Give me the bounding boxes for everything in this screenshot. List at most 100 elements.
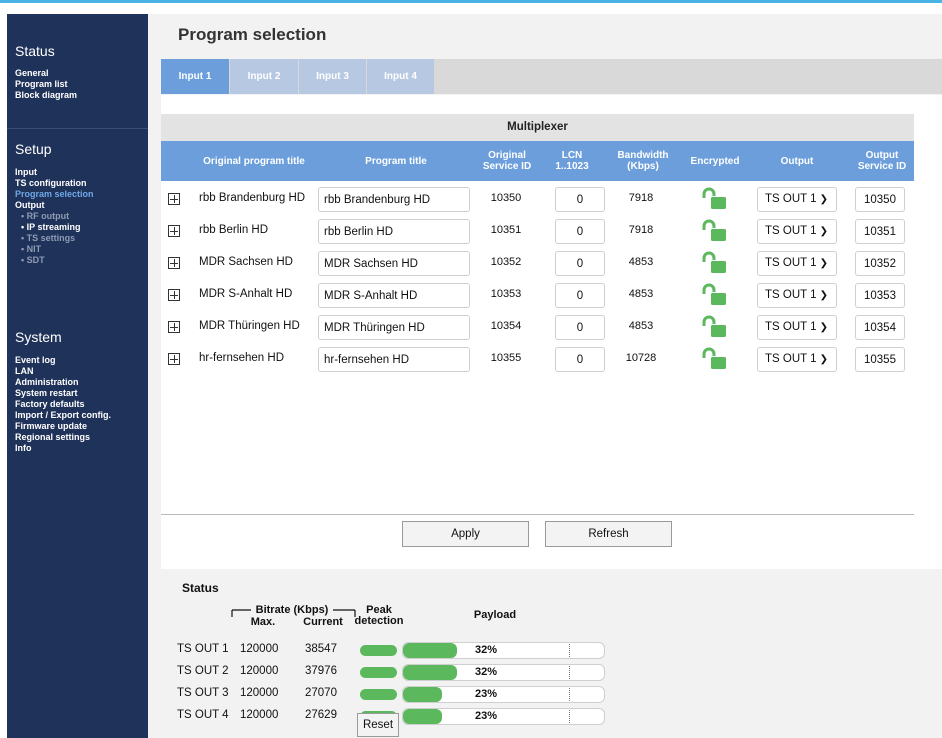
output-service-id-input[interactable]: [855, 251, 905, 276]
payload-bar: 23%: [402, 708, 605, 725]
lcn-input[interactable]: [555, 187, 605, 212]
peak-detection-indicator: [360, 667, 397, 678]
original-service-id: 10351: [490, 224, 522, 236]
tab-input-3[interactable]: Input 3: [299, 59, 366, 94]
lcn-input[interactable]: [555, 219, 605, 244]
output-select-value: TS OUT 1: [765, 289, 817, 301]
sidebar-subitem-ts-settings[interactable]: • TS settings: [7, 233, 148, 244]
output-service-id-input[interactable]: [855, 283, 905, 308]
lcn-input[interactable]: [555, 283, 605, 308]
table-row: rbb Berlin HD 10351 7918 TS OUT 1❯: [161, 216, 914, 248]
sidebar-item-program-selection[interactable]: Program selection: [7, 189, 148, 200]
sidebar-setup-items: Input TS configuration Program selection…: [7, 167, 148, 266]
sidebar: Status General Program list Block diagra…: [7, 14, 148, 738]
sidebar-item-system-restart[interactable]: System restart: [7, 388, 148, 399]
ts-out-name: TS OUT 3: [177, 687, 229, 699]
sidebar-system-items: Event log LAN Administration System rest…: [7, 355, 148, 454]
program-title-input[interactable]: [318, 251, 470, 276]
lcn-input[interactable]: [555, 251, 605, 276]
sidebar-section-title-status: Status: [15, 43, 55, 59]
table-row: rbb Brandenburg HD 10350 7918 TS OUT 1❯: [161, 184, 914, 216]
expand-icon[interactable]: [168, 193, 180, 205]
tab-input-1[interactable]: Input 1: [161, 59, 229, 94]
bandwidth-value: 4853: [628, 288, 654, 300]
sidebar-item-input[interactable]: Input: [7, 167, 148, 178]
col-output-service-id: Output Service ID: [857, 150, 907, 172]
ts-out-name: TS OUT 1: [177, 643, 229, 655]
status-row: TS OUT 3 120000 27070 23%: [161, 684, 942, 704]
status-row: TS OUT 2 120000 37976 32%: [161, 662, 942, 682]
col-output: Output: [780, 155, 814, 167]
output-select-value: TS OUT 1: [765, 257, 817, 269]
output-select[interactable]: TS OUT 1 ❯: [757, 315, 837, 340]
output-service-id-input[interactable]: [855, 315, 905, 340]
col-encrypted: Encrypted: [690, 155, 740, 167]
refresh-button[interactable]: Refresh: [545, 521, 672, 547]
sidebar-setup-section: Setup: [7, 141, 148, 157]
reset-button[interactable]: Reset: [357, 713, 399, 737]
peak-detection-indicator: [360, 689, 397, 700]
sidebar-item-import-export[interactable]: Import / Export config.: [7, 410, 148, 421]
sidebar-item-administration[interactable]: Administration: [7, 377, 148, 388]
tab-input-2[interactable]: Input 2: [230, 59, 298, 94]
output-select[interactable]: TS OUT 1 ❯: [757, 219, 837, 244]
output-select[interactable]: TS OUT 1 ❯: [757, 187, 837, 212]
lcn-input[interactable]: [555, 347, 605, 372]
expand-icon[interactable]: [168, 321, 180, 333]
sidebar-item-program-list[interactable]: Program list: [7, 79, 148, 90]
sidebar-subitem-ip-streaming[interactable]: • IP streaming: [7, 222, 148, 233]
original-service-id: 10355: [490, 352, 522, 364]
sidebar-item-info[interactable]: Info: [7, 443, 148, 454]
status-panel: Status Bitrate (Kbps) Max. Current Peak …: [161, 570, 942, 738]
output-select-value: TS OUT 1: [765, 321, 817, 333]
program-title-input[interactable]: [318, 283, 470, 308]
multiplexer-title: Multiplexer: [161, 114, 914, 141]
sidebar-status-section: Status: [7, 43, 148, 59]
sidebar-subitem-sdt[interactable]: • SDT: [7, 255, 148, 266]
program-title-input[interactable]: [318, 315, 470, 340]
output-select[interactable]: TS OUT 1 ❯: [757, 251, 837, 276]
output-service-id-input[interactable]: [855, 219, 905, 244]
expand-icon[interactable]: [168, 257, 180, 269]
status-row: TS OUT 1 120000 38547 32%: [161, 640, 942, 660]
payload-percent: 23%: [475, 710, 498, 722]
sidebar-item-block-diagram[interactable]: Block diagram: [7, 90, 148, 101]
sidebar-item-event-log[interactable]: Event log: [7, 355, 148, 366]
output-select[interactable]: TS OUT 1 ❯: [757, 347, 837, 372]
current-bitrate: 37976: [305, 665, 337, 677]
expand-icon[interactable]: [168, 289, 180, 301]
sidebar-item-output[interactable]: Output: [7, 200, 148, 211]
program-title-input[interactable]: [318, 187, 470, 212]
chevron-down-icon: ❯: [819, 258, 828, 269]
program-title-input[interactable]: [318, 347, 470, 372]
sidebar-section-title-setup: Setup: [15, 141, 52, 157]
expand-icon[interactable]: [168, 353, 180, 365]
original-service-id: 10350: [490, 192, 522, 204]
current-label: Current: [303, 616, 343, 628]
expand-icon[interactable]: [168, 225, 180, 237]
chevron-down-icon: ❯: [819, 322, 828, 333]
sidebar-item-lan[interactable]: LAN: [7, 366, 148, 377]
output-service-id-input[interactable]: [855, 347, 905, 372]
lcn-input[interactable]: [555, 315, 605, 340]
table-row: MDR Thüringen HD 10354 4853 TS OUT 1❯: [161, 312, 914, 344]
payload-bar: 32%: [402, 642, 605, 659]
sidebar-item-regional-settings[interactable]: Regional settings: [7, 432, 148, 443]
table-header: Original program title Program title Ori…: [161, 141, 914, 181]
sidebar-item-ts-configuration[interactable]: TS configuration: [7, 178, 148, 189]
sidebar-item-general[interactable]: General: [7, 68, 148, 79]
unlocked-padlock-icon: [702, 219, 726, 241]
apply-button[interactable]: Apply: [402, 521, 529, 547]
col-lcn: LCN 1..1023: [555, 150, 589, 172]
program-title-input[interactable]: [318, 219, 470, 244]
table-row: MDR Sachsen HD 10352 4853 TS OUT 1❯: [161, 248, 914, 280]
current-bitrate: 27070: [305, 687, 337, 699]
bandwidth-value: 4853: [628, 320, 654, 332]
output-service-id-input[interactable]: [855, 187, 905, 212]
output-select[interactable]: TS OUT 1 ❯: [757, 283, 837, 308]
sidebar-subitem-rf-output[interactable]: • RF output: [7, 211, 148, 222]
tab-input-4[interactable]: Input 4: [367, 59, 434, 94]
sidebar-item-factory-defaults[interactable]: Factory defaults: [7, 399, 148, 410]
sidebar-subitem-nit[interactable]: • NIT: [7, 244, 148, 255]
sidebar-item-firmware-update[interactable]: Firmware update: [7, 421, 148, 432]
